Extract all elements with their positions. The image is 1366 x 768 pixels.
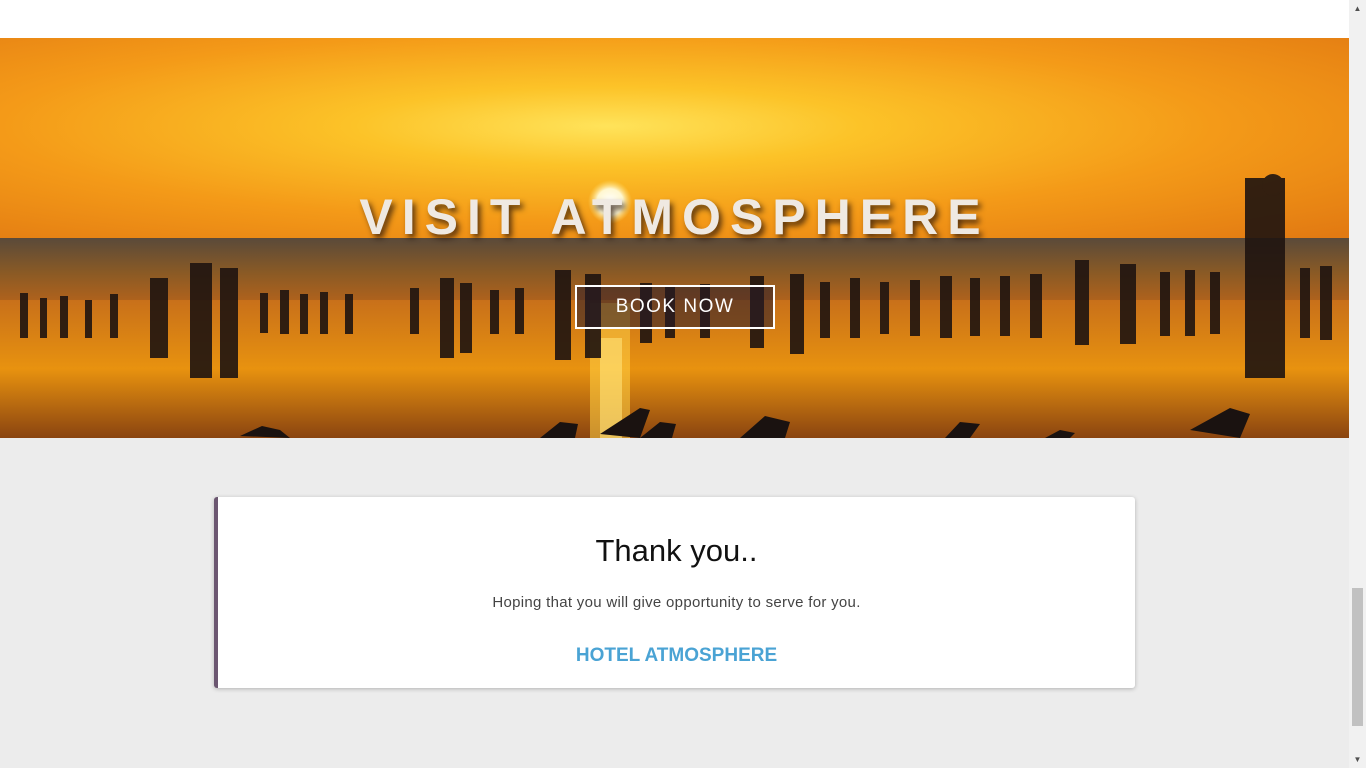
top-header-strip [0, 0, 1349, 38]
scroll-up-arrow-icon[interactable]: ▲ [1349, 0, 1366, 17]
book-now-button[interactable]: BOOK NOW [575, 285, 775, 329]
thank-you-card: Thank you.. Hoping that you will give op… [214, 497, 1135, 688]
hero-title: VISIT ATMOSPHERE [359, 189, 990, 245]
card-message: Hoping that you will give opportunity to… [492, 594, 861, 611]
card-title: Thank you.. [595, 533, 758, 568]
scrollbar-thumb[interactable] [1352, 588, 1363, 726]
vertical-scrollbar[interactable]: ▲ ▼ [1349, 0, 1366, 768]
hotel-atmosphere-link[interactable]: HOTEL ATMOSPHERE [218, 645, 1135, 667]
hero-banner: VISIT ATMOSPHERE BOOK NOW [0, 38, 1349, 438]
page: VISIT ATMOSPHERE BOOK NOW Thank you.. Ho… [0, 0, 1349, 768]
scroll-down-arrow-icon[interactable]: ▼ [1349, 751, 1366, 768]
